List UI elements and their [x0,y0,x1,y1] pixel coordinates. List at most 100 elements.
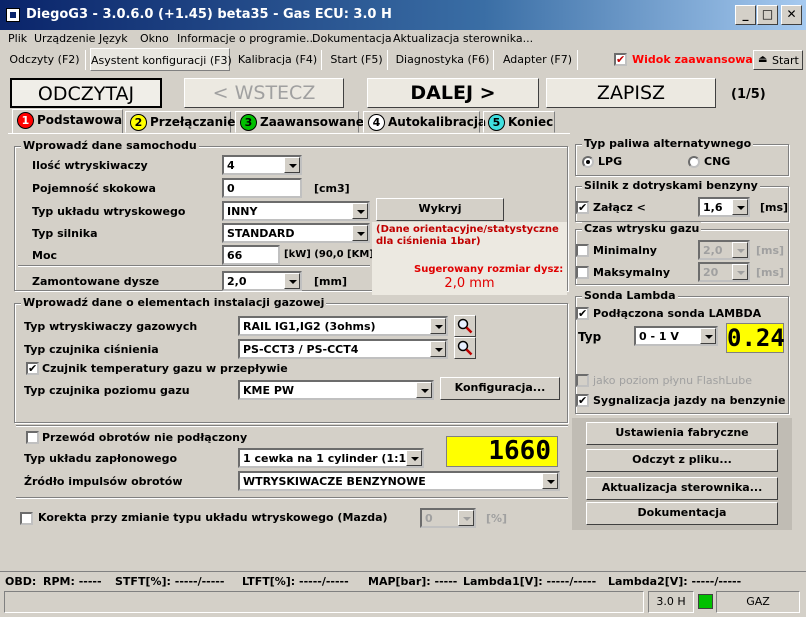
pressure-sensor-label: Typ czujnika ciśnienia [24,343,159,356]
menu-okno[interactable]: Okno [140,32,169,45]
mazda-select[interactable]: 0 [420,508,476,528]
temp-sensor-checkbox[interactable]: ✔ [26,362,39,375]
injectors-count-label: Ilość wtryskiwaczy [32,159,148,172]
gas-max-label: Maksymalny [593,266,671,279]
minimize-button[interactable]: _ [735,5,756,25]
vehicle-divider [18,265,370,267]
step-tab-autokalibracja[interactable]: 4 Autokalibracja [363,111,486,133]
step-tab-zaawansowane[interactable]: 3 Zaawansowane [235,111,364,133]
chevron-down-icon [458,510,474,526]
readings-line: OBD: RPM: ----- STFT[%]: -----/----- LTF… [0,573,806,590]
menu-jezyk[interactable]: Język [99,32,128,45]
read-button[interactable]: ODCZYTAJ [10,78,162,108]
mazda-label: Korekta przy zmianie typu układu wtrysko… [38,511,388,524]
lambda-group-title: Sonda Lambda [582,289,678,302]
map-reading: MAP[bar]: ----- [368,575,458,588]
menu-plik[interactable]: Plik [8,32,27,45]
menu-aktualizacja[interactable]: Aktualizacja sterownika... [393,32,533,45]
gas-min-checkbox[interactable] [576,244,589,257]
chevron-down-icon [430,341,446,357]
main-tabs: Odczyty (F2) Asystent konfiguracji (F3) … [0,48,806,72]
lambda-connected-checkbox[interactable]: ✔ [576,307,589,320]
pressure-sensor-select[interactable]: PS-CCT3 / PS-CCT4 [238,339,448,359]
update-firmware-button[interactable]: Aktualizacja sterownika... [586,477,778,500]
injection-type-select[interactable]: INNY [222,201,370,221]
tab-adapter[interactable]: Adapter (F7) [498,50,578,70]
pressure-info-button[interactable] [454,337,476,359]
lambda-type-select[interactable]: 0 - 1 V [634,326,718,346]
save-button[interactable]: ZAPISZ [546,78,716,108]
tab-diagnostyka[interactable]: Diagnostyka (F6) [392,50,494,70]
power-input[interactable]: 66 [222,245,280,265]
menu-urzadzenie[interactable]: Urządzenie [34,32,95,45]
rpm-not-connected-checkbox[interactable] [26,431,39,444]
factory-settings-button[interactable]: Ustawienia fabryczne [586,422,778,445]
level-sensor-select[interactable]: KME PW [238,380,434,400]
rpm-reading: RPM: ----- [43,575,102,588]
ignition-select[interactable]: 1 cewka na 1 cylinder (1:1) [238,448,424,468]
status-bar: 3.0 H GAZ [4,591,804,613]
close-button[interactable]: ✕ [781,5,802,25]
ignition-label: Typ układu zapłonowego [24,452,178,465]
petrol-enable-checkbox[interactable]: ✔ [576,201,589,214]
step-tab-koniec[interactable]: 5 Koniec [483,111,555,133]
read-file-button[interactable]: Odczyt z pliku... [586,449,778,472]
ltft-reading: LTFT[%]: -----/----- [242,575,349,588]
maximize-button[interactable]: □ [757,5,778,25]
gas-min-select[interactable]: 2,0 [698,240,750,260]
back-button[interactable]: < WSTECZ [184,78,344,108]
tab-kalibracja[interactable]: Kalibracja (F4) [234,50,322,70]
petrol-value-select[interactable]: 1,6 [698,197,750,217]
advanced-view-label: Widok zaawansowany [632,53,752,66]
lambda1-reading: Lambda1[V]: -----/----- [463,575,597,588]
level-sensor-label: Typ czujnika poziomu gazu [24,384,190,397]
gas-min-label: Minimalny [593,244,657,257]
gas-max-select[interactable]: 20 [698,262,750,282]
lambda2-reading: Lambda2[V]: -----/----- [608,575,742,588]
ecu-version: 3.0 H [648,591,694,613]
tab-asystent[interactable]: Asystent konfiguracji (F3) [90,48,232,71]
petrol-enable-label: Załącz < [593,201,646,214]
documentation-button[interactable]: Dokumentacja [586,502,778,525]
tab-odczyty[interactable]: Odczyty (F2) [4,50,86,70]
flashlube-label: jako poziom płynu FlashLube [593,374,753,387]
gas-max-checkbox[interactable] [576,266,589,279]
step-label: Zaawansowane [260,115,364,129]
cng-radio[interactable] [688,156,700,168]
petrol-signal-label: Sygnalizacja jazdy na benzynie [593,394,786,407]
next-button[interactable]: DALEJ > [367,78,539,108]
power-label: Moc [32,249,58,262]
chevron-down-icon [416,382,432,398]
lpg-radio[interactable] [582,156,594,168]
tab-start[interactable]: Start (F5) [326,50,388,70]
nozzle-select[interactable]: 2,0 [222,271,302,291]
start-button[interactable]: ⏏ Start [753,50,803,70]
mazda-checkbox[interactable] [20,512,33,525]
injectors-count-select[interactable]: 4 [222,155,302,175]
step-label: Koniec [508,115,554,129]
title-bar[interactable]: DiegoG3 - 3.0.6.0 (+1.45) beta35 - Gas E… [0,0,806,30]
nozzle-unit: [mm] [314,275,347,288]
displacement-input[interactable]: 0 [222,178,302,198]
step-counter: (1/5) [731,87,766,102]
flashlube-checkbox[interactable] [576,374,589,387]
lambda-type-label: Typ [578,330,602,344]
step-tab-przelaczanie[interactable]: 2 Przełączanie [125,111,235,133]
injector-info-button[interactable] [454,315,476,337]
level-config-button[interactable]: Konfiguracja... [440,377,560,400]
menu-bar: Plik Urządzenie Język Okno Informacje o … [0,30,806,48]
advanced-view-checkbox[interactable]: ✔ [614,53,627,66]
rpm-not-connected-label: Przewód obrotów nie podłączony [42,431,248,444]
petrol-signal-checkbox[interactable]: ✔ [576,394,589,407]
menu-dokumentacja[interactable]: Dokumentacja [312,32,392,45]
step-tab-podstawowa[interactable]: 1 Podstawowa [12,109,123,134]
gas-injector-select[interactable]: RAIL IG1,IG2 (3ohms) [238,316,448,336]
chevron-down-icon [732,264,748,280]
engine-type-label: Typ silnika [32,227,98,240]
menu-informacje[interactable]: Informacje o programie... [177,32,316,45]
status-divider [0,571,806,572]
rpm-source-select[interactable]: WTRYSKIWACZE BENZYNOWE [238,471,560,491]
engine-type-select[interactable]: STANDARD [222,223,370,243]
rpm-source-label: Źródło impulsów obrotów [24,475,183,488]
detect-button[interactable]: Wykryj [376,198,504,221]
